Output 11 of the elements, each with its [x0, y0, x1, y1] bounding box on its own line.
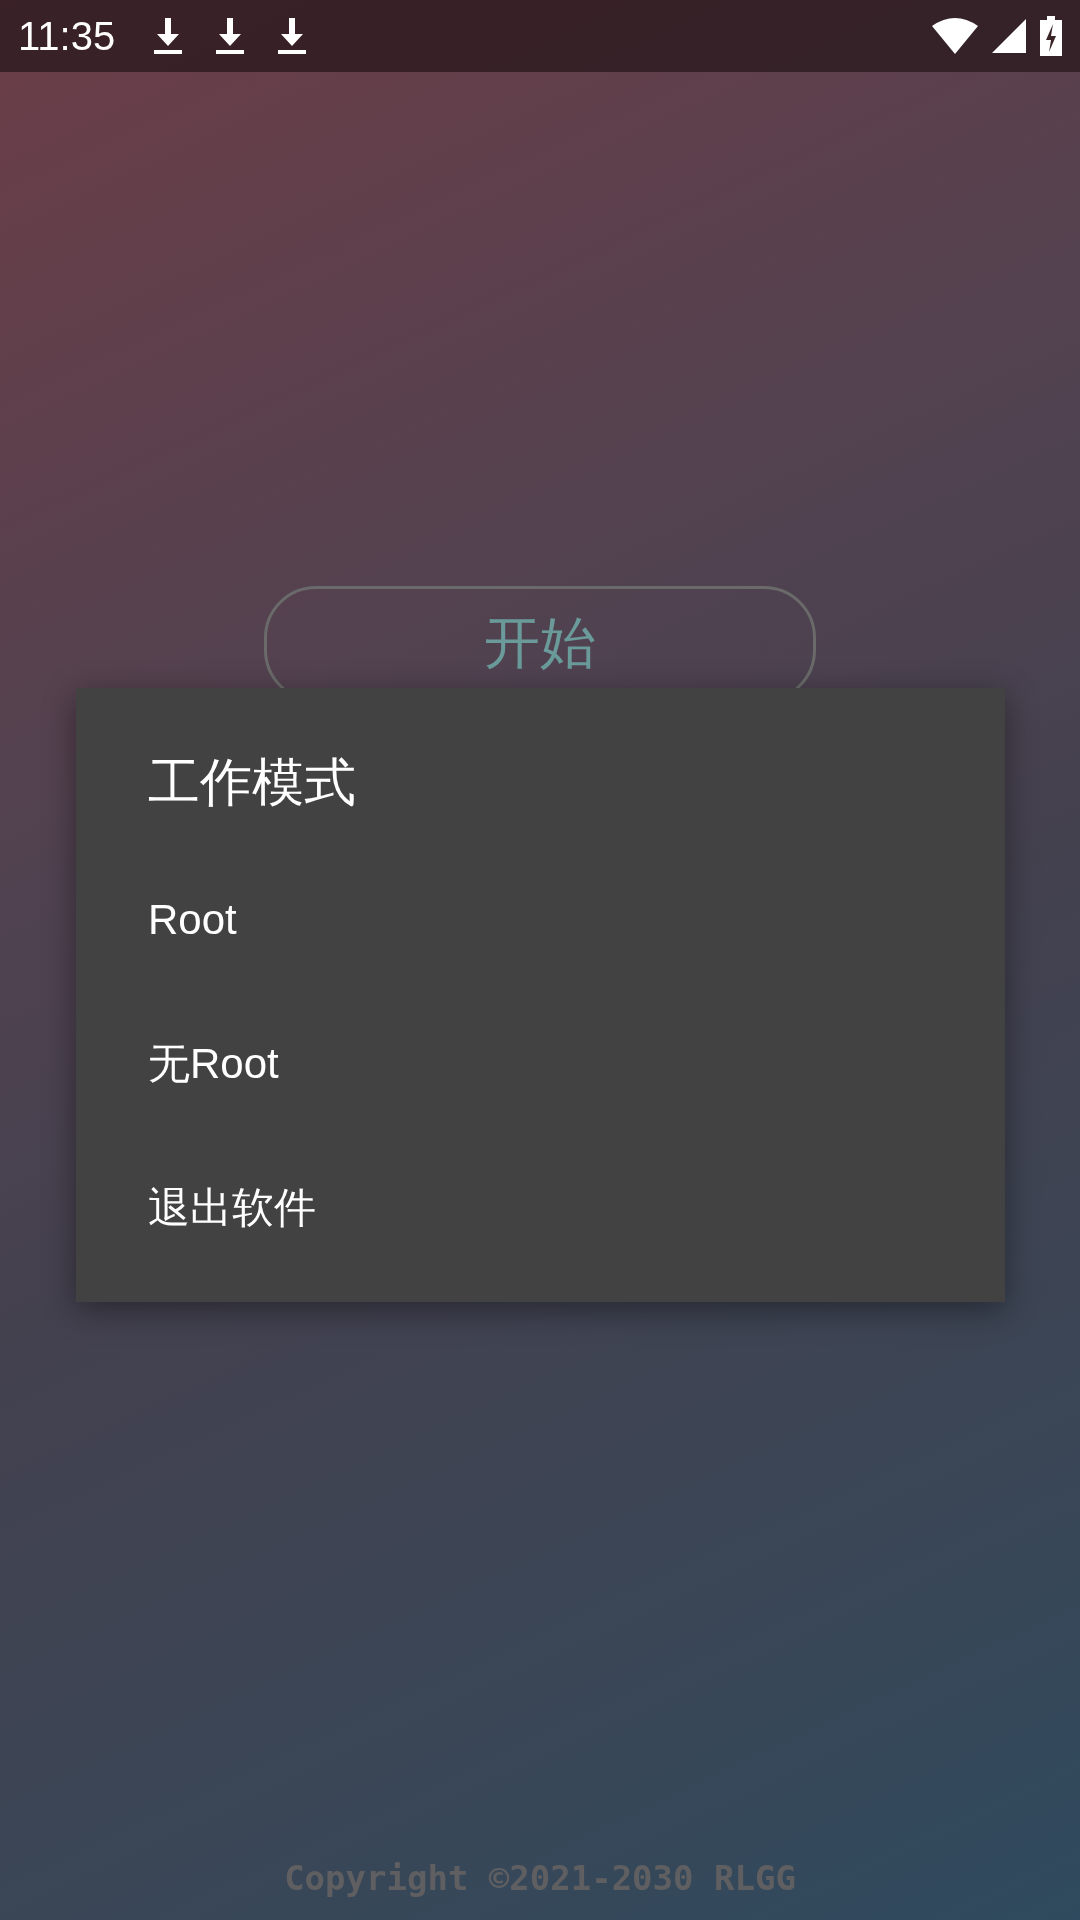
battery-charging-icon — [1040, 16, 1062, 56]
dialog-option[interactable]: 无Root — [148, 992, 279, 1136]
download-icon — [277, 18, 308, 54]
wifi-icon — [932, 18, 978, 54]
signal-icon — [992, 19, 1026, 53]
dialog-option[interactable]: Root — [148, 848, 237, 992]
dialog-option[interactable]: 退出软件 — [148, 1136, 316, 1280]
download-icon — [215, 18, 246, 54]
download-icon — [153, 18, 184, 54]
status-time: 11:35 — [18, 13, 116, 59]
dialog-title: 工作模式 — [148, 751, 356, 814]
